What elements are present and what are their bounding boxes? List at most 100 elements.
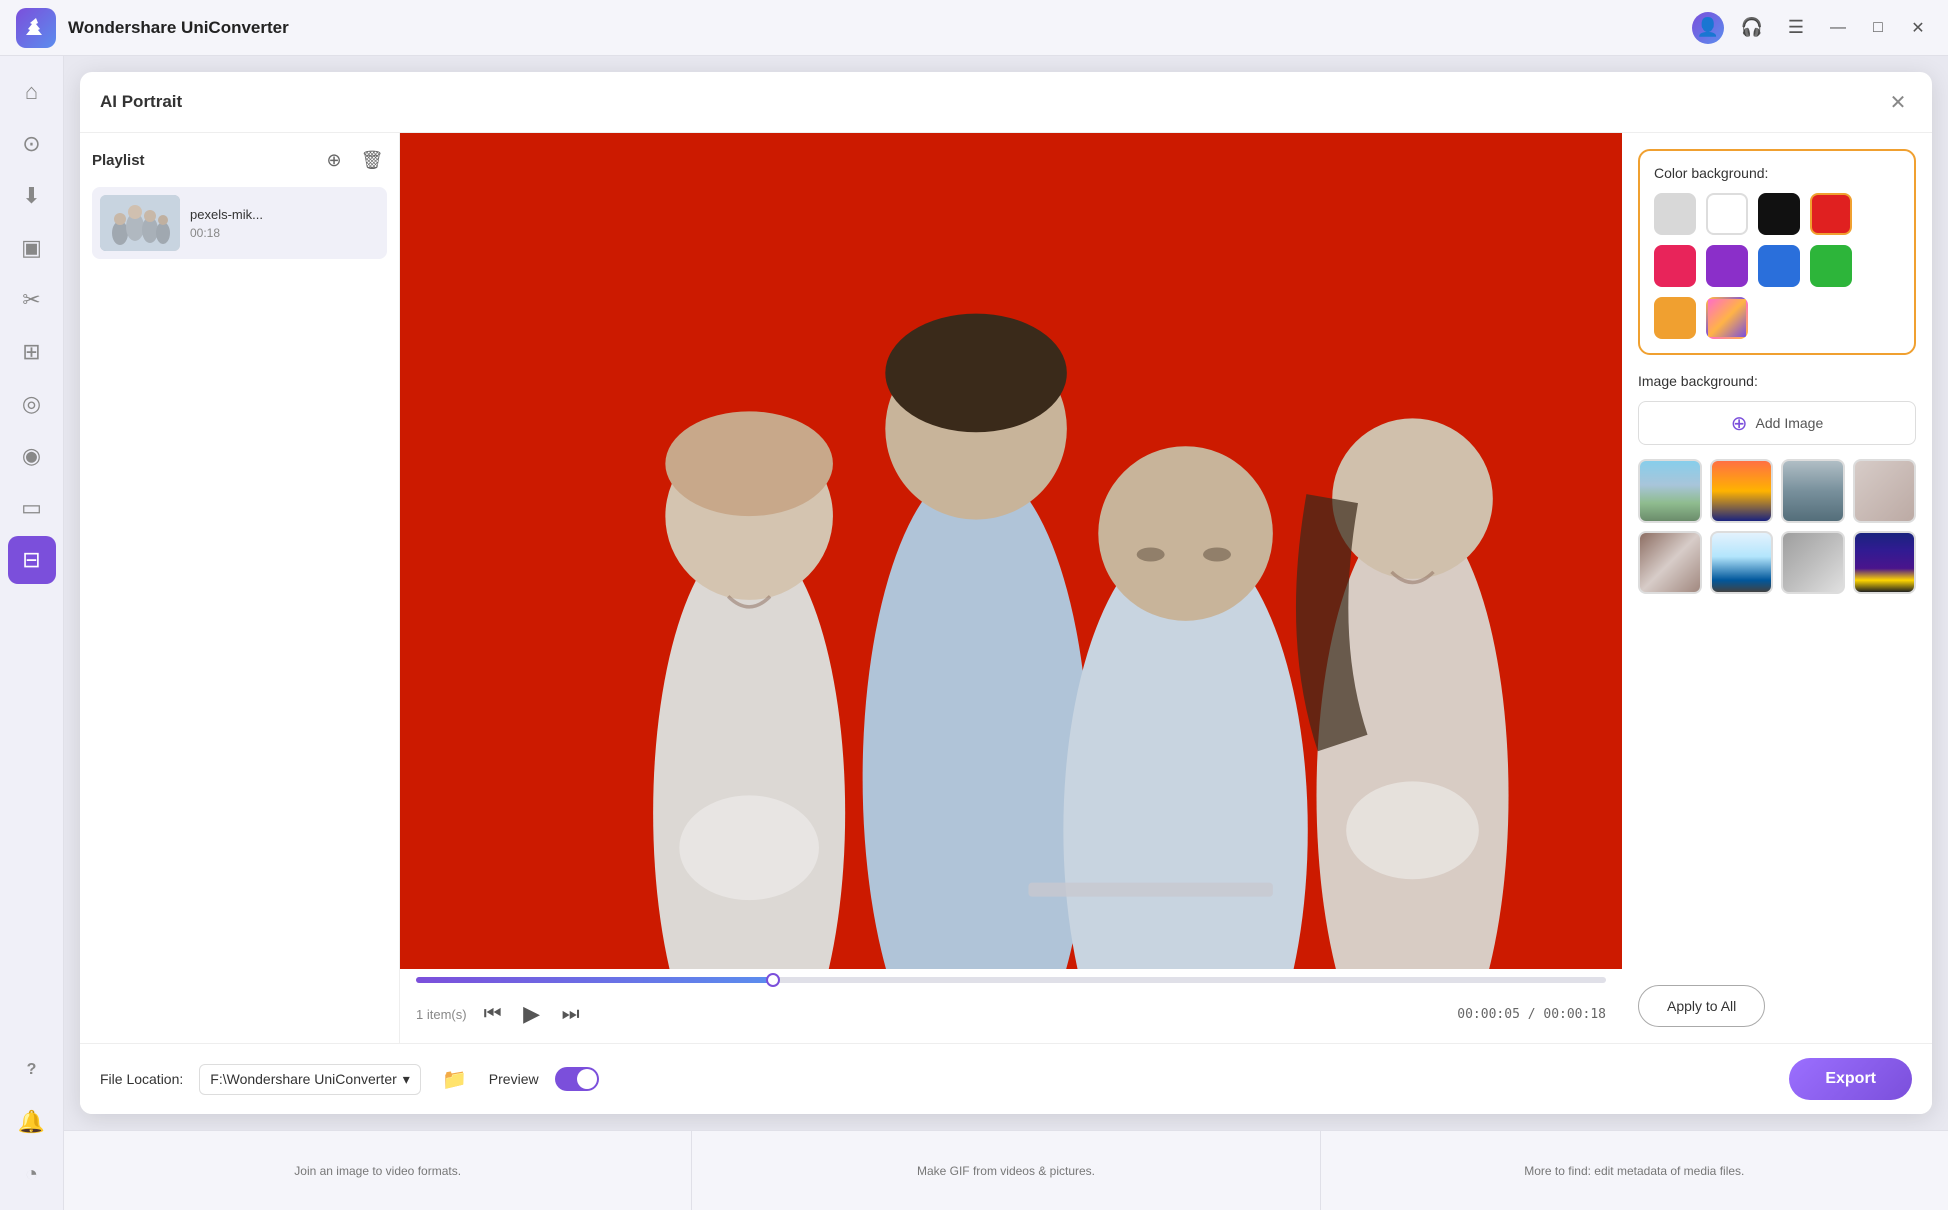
sidebar-item-merge[interactable]: ⊞	[8, 328, 56, 376]
image-thumb-mountain[interactable]	[1638, 459, 1702, 523]
maximize-button[interactable]: □	[1864, 14, 1892, 42]
chevron-down-icon: ▾	[403, 1071, 410, 1088]
thumb-inner	[1783, 533, 1843, 593]
image-thumb-window[interactable]	[1710, 531, 1774, 595]
bottom-strip: Join an image to video formats. Make GIF…	[64, 1130, 1948, 1210]
left-panel: Playlist ⊕ 🗑	[80, 133, 400, 1043]
image-thumb-night[interactable]	[1853, 531, 1917, 595]
sidebar-item-activity[interactable]: ◔	[8, 1150, 56, 1198]
sidebar-item-bell[interactable]: 🔔	[8, 1098, 56, 1146]
playlist-item[interactable]: pexels-mik... 00:18	[92, 187, 387, 259]
thumb-inner	[1640, 533, 1700, 593]
swatch-light-gray[interactable]	[1654, 193, 1696, 235]
user-icon[interactable]: 👤	[1692, 12, 1724, 44]
sidebar-item-download[interactable]: ⬇	[8, 172, 56, 220]
sidebar-item-help[interactable]: ?	[8, 1046, 56, 1094]
prev-button[interactable]: ⏮	[475, 996, 511, 1032]
add-image-button[interactable]: ⊕ Add Image	[1638, 401, 1916, 445]
progress-thumb[interactable]	[766, 973, 780, 987]
dialog-title: AI Portrait	[100, 92, 1884, 112]
app-title: Wondershare UniConverter	[68, 18, 1692, 38]
video-container[interactable]	[400, 133, 1622, 969]
color-bg-label: Color background:	[1654, 165, 1900, 181]
export-button[interactable]: Export	[1789, 1058, 1912, 1100]
swatch-orange[interactable]	[1654, 297, 1696, 339]
sidebar-item-toolbox[interactable]: ⊟	[8, 536, 56, 584]
preview-label: Preview	[489, 1071, 539, 1087]
progress-fill	[416, 977, 773, 983]
thumbnail-preview	[100, 195, 180, 251]
playlist-item-duration: 00:18	[190, 226, 379, 240]
app-logo	[16, 8, 56, 48]
file-path: F:\Wondershare UniConverter	[210, 1071, 396, 1087]
dialog-close-button[interactable]: ✕	[1884, 88, 1912, 116]
add-image-label: Add Image	[1756, 415, 1824, 431]
close-button[interactable]: ✕	[1904, 14, 1932, 42]
image-bg-section: Image background: ⊕ Add Image	[1638, 373, 1916, 594]
apply-to-all-button[interactable]: Apply to All	[1638, 985, 1765, 1027]
ai-portrait-dialog: AI Portrait ✕ Playlist ⊕ 🗑	[80, 72, 1932, 1114]
main-layout: ⌂ ⊙ ⬇ ▣ ✂ ⊞ ◎ ◉ ▭ ⊟ ? 🔔 ◔ AI Portrait ✕	[0, 56, 1948, 1210]
file-location-label: File Location:	[100, 1071, 183, 1087]
titlebar: Wondershare UniConverter 👤 🎧 ☰ — □ ✕	[0, 0, 1948, 56]
thumb-inner	[1640, 461, 1700, 521]
image-thumb-beige[interactable]	[1853, 459, 1917, 523]
next-button[interactable]: ⏭	[553, 996, 589, 1032]
progress-bar[interactable]	[416, 977, 1606, 983]
content-area: AI Portrait ✕ Playlist ⊕ 🗑	[64, 56, 1948, 1210]
swatch-blue[interactable]	[1758, 245, 1800, 287]
swatch-black[interactable]	[1758, 193, 1800, 235]
thumb-inner	[1712, 533, 1772, 593]
playlist-delete-button[interactable]: 🗑	[357, 145, 387, 175]
color-swatches	[1654, 193, 1900, 339]
sidebar-item-tv[interactable]: ▭	[8, 484, 56, 532]
file-location-select[interactable]: F:\Wondershare UniConverter ▾	[199, 1064, 421, 1095]
preview-toggle[interactable]	[555, 1067, 599, 1091]
folder-button[interactable]: 📁	[437, 1061, 473, 1097]
window-controls: 👤 🎧 ☰ — □ ✕	[1692, 12, 1932, 44]
add-icon: ⊕	[1731, 411, 1748, 436]
swatch-green[interactable]	[1810, 245, 1852, 287]
thumb-inner	[1783, 461, 1843, 521]
sidebar: ⌂ ⊙ ⬇ ▣ ✂ ⊞ ◎ ◉ ▭ ⊟ ? 🔔 ◔	[0, 56, 64, 1210]
right-panel: Color background:	[1622, 133, 1932, 1043]
notification-icon[interactable]: 🎧	[1736, 12, 1768, 44]
footer-bar: File Location: F:\Wondershare UniConvert…	[80, 1043, 1932, 1114]
video-frame	[400, 133, 1622, 969]
thumb-inner	[1712, 461, 1772, 521]
swatch-gradient[interactable]	[1706, 297, 1748, 339]
sidebar-item-home[interactable]: ⌂	[8, 68, 56, 116]
image-grid	[1638, 459, 1916, 594]
sidebar-item-settings2[interactable]: ◉	[8, 432, 56, 480]
sidebar-item-cut[interactable]: ✂	[8, 276, 56, 324]
swatch-white[interactable]	[1706, 193, 1748, 235]
time-display: 00:00:05 / 00:00:18	[1457, 1007, 1606, 1022]
toggle-thumb	[577, 1069, 597, 1089]
playlist-item-name: pexels-mik...	[190, 207, 379, 222]
image-thumb-office[interactable]	[1781, 531, 1845, 595]
playlist-header: Playlist ⊕ 🗑	[92, 145, 387, 175]
swatch-red[interactable]	[1810, 193, 1852, 235]
playlist-item-info: pexels-mik... 00:18	[190, 207, 379, 240]
video-panel: 1 item(s) ⏮ ▶ ⏭ 00:00:05 / 00:00:18	[400, 133, 1622, 1043]
playback-controls: 1 item(s) ⏮ ▶ ⏭ 00:00:05 / 00:00:18	[400, 969, 1622, 1043]
image-thumb-interior[interactable]	[1638, 531, 1702, 595]
playlist-add-button[interactable]: ⊕	[319, 145, 349, 175]
swatch-purple[interactable]	[1706, 245, 1748, 287]
image-thumb-building[interactable]	[1781, 459, 1845, 523]
minimize-button[interactable]: —	[1824, 14, 1852, 42]
sidebar-item-media[interactable]: ⊙	[8, 120, 56, 168]
bottom-strip-item-1: Join an image to video formats.	[64, 1131, 692, 1210]
dialog-header: AI Portrait ✕	[80, 72, 1932, 133]
apply-btn-container: Apply to All	[1638, 969, 1916, 1027]
thumb-inner	[1855, 533, 1915, 593]
sidebar-item-edit[interactable]: ▣	[8, 224, 56, 272]
image-thumb-sunset[interactable]	[1710, 459, 1774, 523]
color-bg-box: Color background:	[1638, 149, 1916, 355]
sidebar-item-screen[interactable]: ◎	[8, 380, 56, 428]
playlist-thumbnail	[100, 195, 180, 251]
menu-icon[interactable]: ☰	[1780, 12, 1812, 44]
play-button[interactable]: ▶	[511, 993, 553, 1035]
bottom-strip-item-3: More to find: edit metadata of media fil…	[1321, 1131, 1948, 1210]
swatch-pink[interactable]	[1654, 245, 1696, 287]
